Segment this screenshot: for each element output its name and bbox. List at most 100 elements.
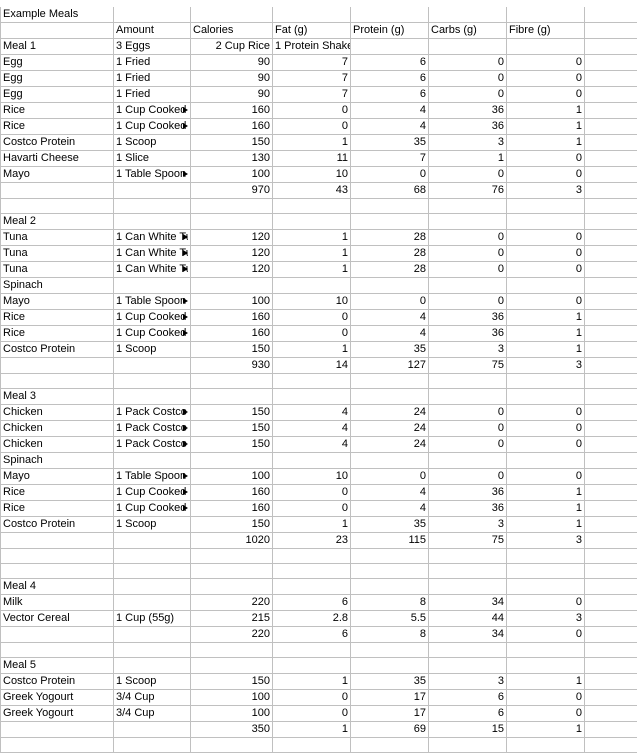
cell-r29-c1[interactable]: 1 Table Spoon — [114, 469, 191, 485]
cell-r30-c0[interactable]: Rice — [1, 485, 114, 501]
cell-r9-c7[interactable] — [585, 151, 637, 167]
cell-r29-c2[interactable]: 100 — [191, 469, 273, 485]
cell-r34-c3[interactable] — [273, 549, 351, 564]
cell-r28-c1[interactable] — [114, 453, 191, 469]
cell-r31-c4[interactable]: 4 — [351, 501, 429, 517]
cell-r5-c0[interactable]: Egg — [1, 87, 114, 103]
cell-r17-c4[interactable] — [351, 278, 429, 294]
cell-r0-c6[interactable] — [507, 7, 585, 23]
cell-r34-c5[interactable] — [429, 549, 507, 564]
cell-r39-c4[interactable]: 8 — [351, 627, 429, 643]
cell-r13-c6[interactable] — [507, 214, 585, 230]
cell-r45-c1[interactable] — [114, 722, 191, 738]
cell-r21-c2[interactable]: 150 — [191, 342, 273, 358]
cell-r7-c6[interactable]: 1 — [507, 119, 585, 135]
cell-r38-c2[interactable]: 215 — [191, 611, 273, 627]
cell-r5-c2[interactable]: 90 — [191, 87, 273, 103]
cell-r35-c6[interactable] — [507, 564, 585, 579]
cell-r39-c5[interactable]: 34 — [429, 627, 507, 643]
cell-r34-c4[interactable] — [351, 549, 429, 564]
cell-r15-c6[interactable]: 0 — [507, 246, 585, 262]
cell-r38-c7[interactable] — [585, 611, 637, 627]
cell-r31-c5[interactable]: 36 — [429, 501, 507, 517]
cell-r17-c2[interactable] — [191, 278, 273, 294]
cell-r42-c5[interactable]: 3 — [429, 674, 507, 690]
cell-r3-c5[interactable]: 0 — [429, 55, 507, 71]
cell-r27-c5[interactable]: 0 — [429, 437, 507, 453]
cell-r41-c0[interactable]: Meal 5 — [1, 658, 114, 674]
cell-r23-c6[interactable] — [507, 374, 585, 389]
cell-r16-c6[interactable]: 0 — [507, 262, 585, 278]
cell-r1-c0[interactable] — [1, 23, 114, 39]
cell-r26-c2[interactable]: 150 — [191, 421, 273, 437]
cell-r7-c3[interactable]: 0 — [273, 119, 351, 135]
cell-r24-c7[interactable] — [585, 389, 637, 405]
cell-r13-c1[interactable] — [114, 214, 191, 230]
cell-r30-c4[interactable]: 4 — [351, 485, 429, 501]
cell-r8-c2[interactable]: 150 — [191, 135, 273, 151]
cell-r38-c1[interactable]: 1 Cup (55g) — [114, 611, 191, 627]
cell-r40-c4[interactable] — [351, 643, 429, 658]
cell-r46-c4[interactable] — [351, 738, 429, 753]
cell-r46-c0[interactable] — [1, 738, 114, 753]
cell-r3-c6[interactable]: 0 — [507, 55, 585, 71]
cell-r11-c3[interactable]: 43 — [273, 183, 351, 199]
cell-r33-c7[interactable] — [585, 533, 637, 549]
cell-r4-c3[interactable]: 7 — [273, 71, 351, 87]
cell-r36-c5[interactable] — [429, 579, 507, 595]
cell-r7-c5[interactable]: 36 — [429, 119, 507, 135]
cell-r29-c6[interactable]: 0 — [507, 469, 585, 485]
cell-r7-c1[interactable]: 1 Cup Cooked — [114, 119, 191, 135]
cell-r18-c6[interactable]: 0 — [507, 294, 585, 310]
cell-r31-c1[interactable]: 1 Cup Cooked — [114, 501, 191, 517]
cell-r22-c1[interactable] — [114, 358, 191, 374]
cell-r39-c1[interactable] — [114, 627, 191, 643]
cell-r25-c2[interactable]: 150 — [191, 405, 273, 421]
cell-r40-c7[interactable] — [585, 643, 637, 658]
cell-r22-c0[interactable] — [1, 358, 114, 374]
cell-r19-c4[interactable]: 4 — [351, 310, 429, 326]
cell-r34-c7[interactable] — [585, 549, 637, 564]
cell-r1-c4[interactable]: Protein (g) — [351, 23, 429, 39]
cell-r17-c7[interactable] — [585, 278, 637, 294]
cell-r27-c7[interactable] — [585, 437, 637, 453]
cell-r2-c3[interactable]: 1 Protein Shake — [273, 39, 351, 55]
cell-r16-c2[interactable]: 120 — [191, 262, 273, 278]
cell-r21-c7[interactable] — [585, 342, 637, 358]
cell-r8-c5[interactable]: 3 — [429, 135, 507, 151]
cell-r20-c3[interactable]: 0 — [273, 326, 351, 342]
cell-r28-c3[interactable] — [273, 453, 351, 469]
cell-r2-c4[interactable] — [351, 39, 429, 55]
cell-r44-c4[interactable]: 17 — [351, 706, 429, 722]
cell-r19-c5[interactable]: 36 — [429, 310, 507, 326]
cell-r15-c2[interactable]: 120 — [191, 246, 273, 262]
cell-r14-c4[interactable]: 28 — [351, 230, 429, 246]
cell-r46-c6[interactable] — [507, 738, 585, 753]
cell-r28-c0[interactable]: Spinach — [1, 453, 114, 469]
cell-r9-c1[interactable]: 1 Slice — [114, 151, 191, 167]
cell-r2-c1[interactable]: 3 Eggs — [114, 39, 191, 55]
cell-r41-c5[interactable] — [429, 658, 507, 674]
cell-r14-c6[interactable]: 0 — [507, 230, 585, 246]
cell-r23-c2[interactable] — [191, 374, 273, 389]
cell-r2-c6[interactable] — [507, 39, 585, 55]
cell-r7-c7[interactable] — [585, 119, 637, 135]
cell-r42-c6[interactable]: 1 — [507, 674, 585, 690]
cell-r22-c4[interactable]: 127 — [351, 358, 429, 374]
cell-r35-c3[interactable] — [273, 564, 351, 579]
cell-r18-c7[interactable] — [585, 294, 637, 310]
cell-r20-c7[interactable] — [585, 326, 637, 342]
cell-r12-c6[interactable] — [507, 199, 585, 214]
cell-r44-c5[interactable]: 6 — [429, 706, 507, 722]
cell-r34-c0[interactable] — [1, 549, 114, 564]
cell-r3-c0[interactable]: Egg — [1, 55, 114, 71]
cell-r0-c5[interactable] — [429, 7, 507, 23]
cell-r6-c6[interactable]: 1 — [507, 103, 585, 119]
cell-r39-c7[interactable] — [585, 627, 637, 643]
cell-r32-c3[interactable]: 1 — [273, 517, 351, 533]
cell-r3-c1[interactable]: 1 Fried — [114, 55, 191, 71]
cell-r36-c7[interactable] — [585, 579, 637, 595]
cell-r1-c6[interactable]: Fibre (g) — [507, 23, 585, 39]
cell-r11-c0[interactable] — [1, 183, 114, 199]
cell-r19-c0[interactable]: Rice — [1, 310, 114, 326]
